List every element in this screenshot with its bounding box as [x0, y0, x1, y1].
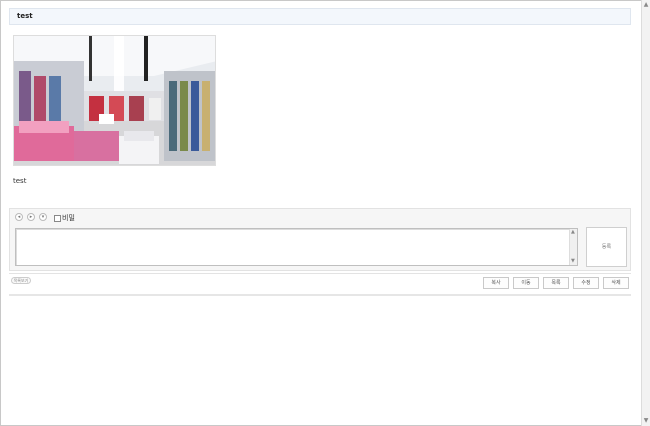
scroll-up-icon[interactable]: ▲: [643, 1, 649, 9]
scroll-down-icon[interactable]: ▼: [643, 417, 649, 425]
store-photo: [14, 36, 215, 165]
post-title: test: [17, 12, 33, 20]
list-button[interactable]: 목록: [543, 277, 569, 289]
copy-button[interactable]: 복사: [483, 277, 509, 289]
vertical-scrollbar[interactable]: ▲ ▼: [641, 0, 650, 426]
emoticon-toggle-icon[interactable]: ▾: [39, 213, 47, 221]
comment-textarea[interactable]: ▲ ▼: [15, 228, 578, 266]
secret-label: 비밀: [62, 214, 75, 222]
divider: [9, 273, 631, 274]
post-image: [13, 35, 216, 166]
list-view-link[interactable]: 목록보기: [11, 277, 31, 284]
post-actions: 복사 이동 목록 수정 삭제: [483, 277, 629, 289]
move-button[interactable]: 이동: [513, 277, 539, 289]
post-title-bar: test: [9, 8, 631, 25]
emoticon-prev-icon[interactable]: ◂: [15, 213, 23, 221]
delete-button[interactable]: 삭제: [603, 277, 629, 289]
emoticon-next-icon[interactable]: ▸: [27, 213, 35, 221]
secret-option[interactable]: 비밀: [54, 213, 75, 223]
footer-divider: [9, 294, 631, 296]
textarea-scroll-down-icon[interactable]: ▼: [571, 259, 576, 264]
post-body-text: test: [13, 177, 27, 185]
secret-checkbox[interactable]: [54, 214, 61, 222]
comment-submit-button[interactable]: 등록: [586, 227, 627, 267]
textarea-scroll-up-icon[interactable]: ▲: [571, 230, 576, 235]
edit-button[interactable]: 수정: [573, 277, 599, 289]
comment-form: ◂ ▸ ▾ 비밀 ▲ ▼ 등록: [9, 208, 631, 271]
textarea-scrollbar[interactable]: ▲ ▼: [569, 229, 577, 265]
